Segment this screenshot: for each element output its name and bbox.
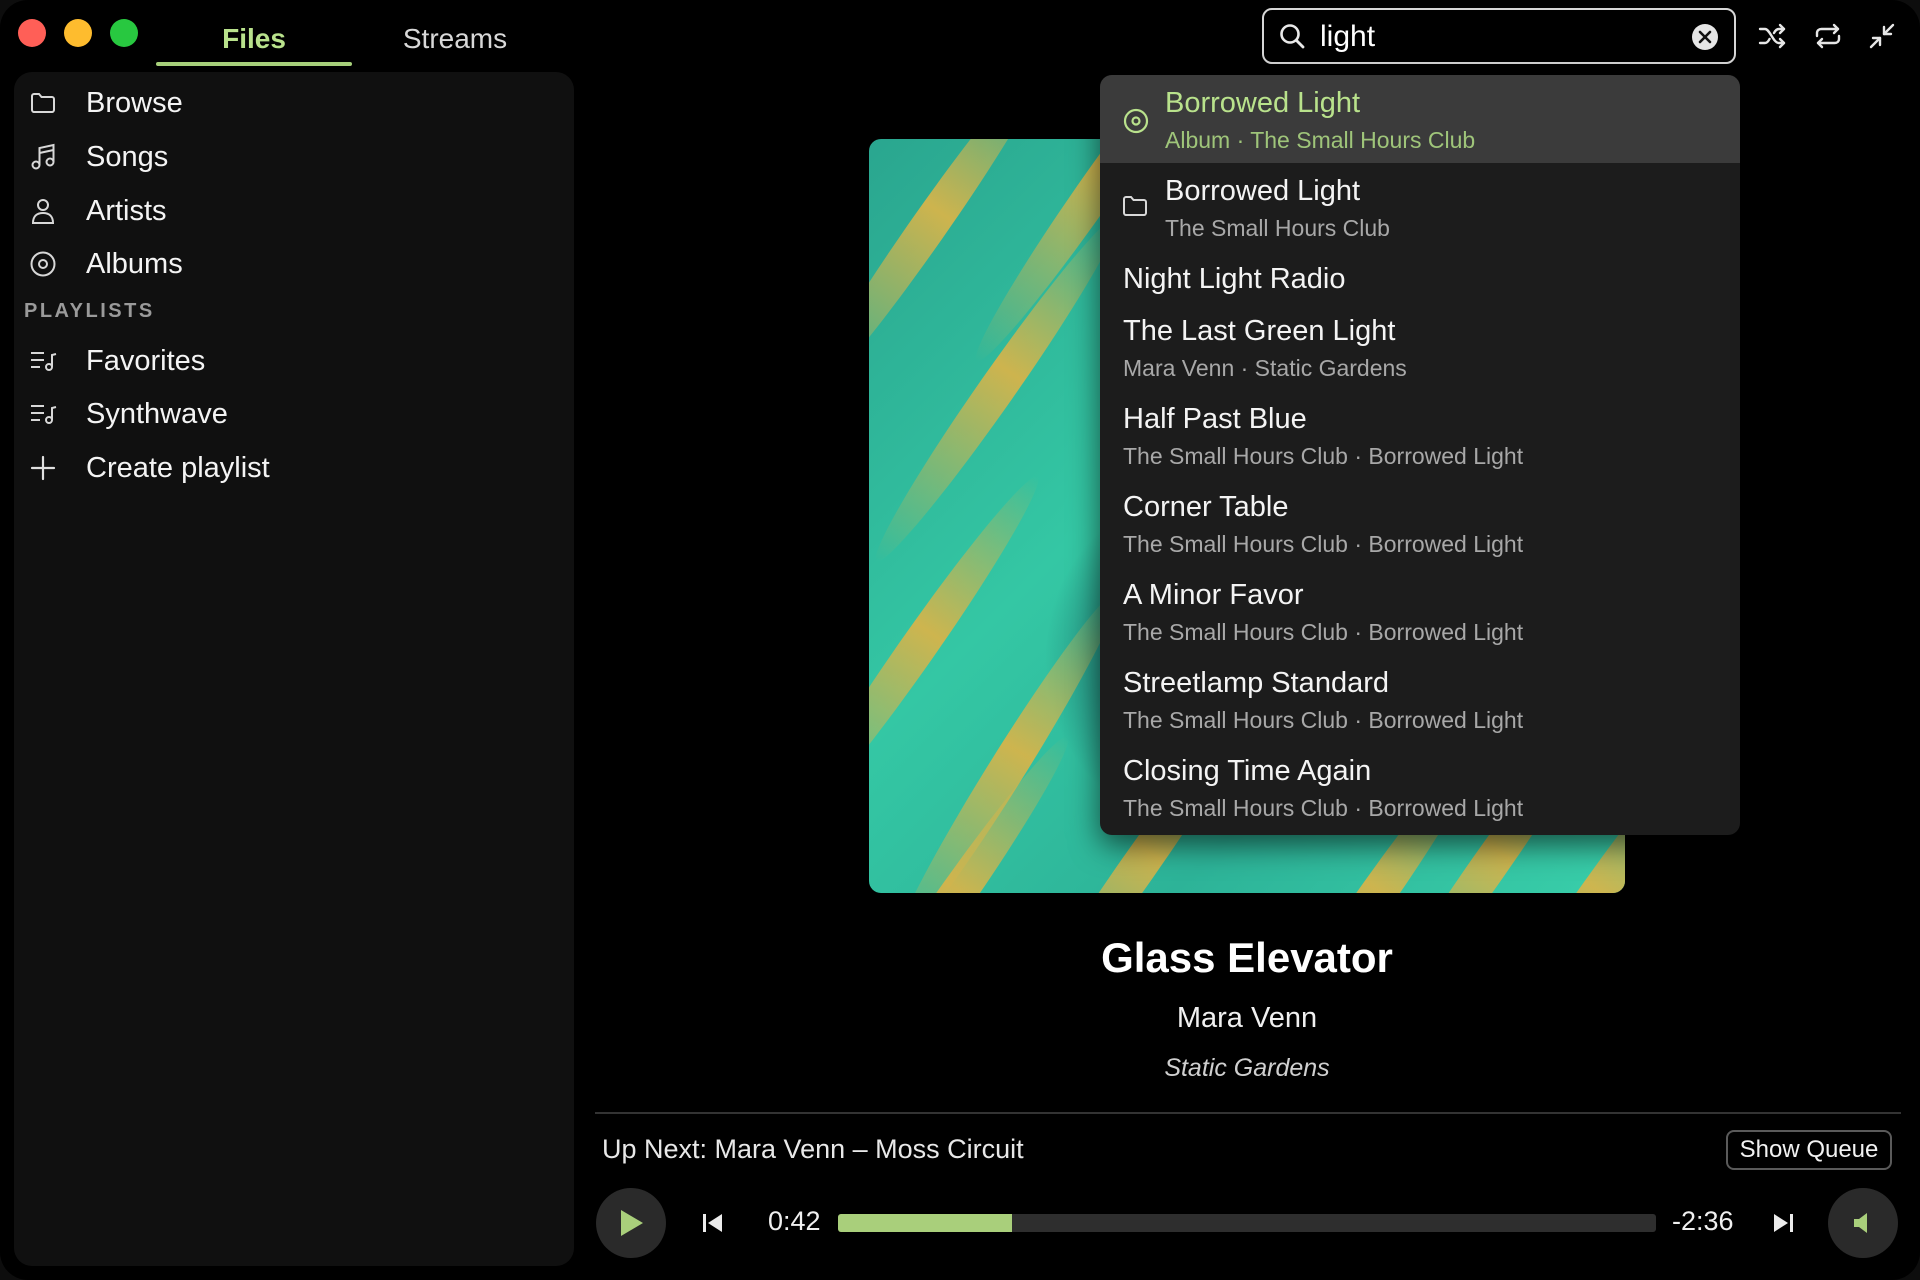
zoom-window-button[interactable]	[110, 19, 138, 47]
divider	[595, 1112, 1901, 1114]
collapse-icon[interactable]	[1866, 20, 1898, 52]
sidebar-item-label: Albums	[86, 247, 183, 280]
progress-fill	[838, 1214, 1012, 1232]
search-result-station[interactable]: Night Light Radio	[1100, 251, 1740, 307]
up-next-label: Up Next: Mara Venn – Moss Circuit	[602, 1134, 1024, 1164]
result-title: Streetlamp Standard	[1123, 667, 1389, 699]
search-input[interactable]	[1318, 16, 1652, 58]
sidebar-item-label: Songs	[86, 140, 169, 173]
app-window: Files Streams light Browse Songs Artists…	[0, 0, 1920, 1280]
progress-bar[interactable]	[838, 1214, 1656, 1232]
plus-icon	[28, 453, 58, 483]
sidebar-item-label: Favorites	[86, 344, 206, 377]
music-note-icon	[28, 142, 58, 172]
result-subtitle: The Small Hours Club	[1165, 215, 1390, 241]
search-result-song[interactable]: The Last Green Light Mara Venn · Static …	[1100, 307, 1740, 395]
create-playlist-button[interactable]: Create playlist	[28, 445, 270, 491]
elapsed-time: 0:42	[768, 1206, 821, 1236]
now-playing-artist: Mara Venn	[1176, 1002, 1318, 1034]
shuffle-icon[interactable]	[1756, 20, 1788, 52]
search-box	[1262, 8, 1736, 64]
next-track-icon[interactable]	[1766, 1206, 1800, 1240]
speaker-icon	[1854, 1213, 1867, 1233]
repeat-icon[interactable]	[1812, 20, 1844, 52]
result-title: Corner Table	[1123, 491, 1289, 523]
sidebar-item-songs[interactable]: Songs	[28, 134, 168, 180]
result-title: A Minor Favor	[1123, 579, 1304, 611]
sidebar-item-artists[interactable]: Artists	[28, 188, 167, 234]
result-title: Borrowed Light	[1165, 87, 1361, 119]
sidebar-item-label: Artists	[86, 194, 167, 227]
playlists-section-label: PLAYLISTS	[24, 300, 155, 322]
person-icon	[28, 196, 58, 226]
folder-icon	[28, 88, 58, 118]
search-result-song[interactable]: Corner Table The Small Hours Club · Borr…	[1100, 483, 1740, 571]
result-subtitle: Album · The Small Hours Club	[1165, 127, 1476, 153]
sidebar-item-synthwave[interactable]: Synthwave	[28, 391, 228, 437]
now-playing-album: Static Gardens	[1164, 1054, 1330, 1082]
disc-icon	[28, 249, 58, 279]
sidebar-item-favorites[interactable]: Favorites	[28, 338, 205, 384]
remaining-time: -2:36	[1672, 1206, 1734, 1236]
result-subtitle: The Small Hours Club · Borrowed Light	[1123, 795, 1524, 821]
now-playing-title: Glass Elevator	[1101, 934, 1393, 981]
result-title: Half Past Blue	[1123, 403, 1307, 435]
result-subtitle: The Small Hours Club · Borrowed Light	[1123, 531, 1524, 557]
sidebar-item-label: Synthwave	[86, 397, 228, 430]
clear-search-icon[interactable]	[1692, 24, 1718, 50]
search-result-song[interactable]: Closing Time Again The Small Hours Club …	[1100, 747, 1740, 835]
close-window-button[interactable]	[18, 19, 46, 47]
show-queue-button[interactable]: Show Queue	[1726, 1130, 1892, 1170]
search-result-song[interactable]: A Minor Favor The Small Hours Club · Bor…	[1100, 571, 1740, 659]
sidebar: Browse Songs Artists Albums PLAYLISTS Fa…	[14, 72, 574, 1266]
previous-track-icon[interactable]	[696, 1206, 730, 1240]
result-title: The Last Green Light	[1123, 315, 1396, 347]
volume-button[interactable]	[1828, 1188, 1898, 1258]
play-icon	[621, 1210, 643, 1236]
result-title: Borrowed Light	[1165, 175, 1361, 207]
search-result-song[interactable]: Streetlamp Standard The Small Hours Club…	[1100, 659, 1740, 747]
search-results-dropdown: Borrowed Light Album · The Small Hours C…	[1100, 75, 1740, 835]
result-subtitle: The Small Hours Club · Borrowed Light	[1123, 443, 1524, 469]
tab-files[interactable]: Files	[156, 14, 352, 66]
disc-icon	[1122, 107, 1152, 137]
sidebar-item-browse[interactable]: Browse	[28, 80, 183, 126]
tab-streams[interactable]: Streams	[380, 14, 530, 64]
search-result-album[interactable]: Borrowed Light Album · The Small Hours C…	[1100, 75, 1740, 163]
result-subtitle: Mara Venn · Static Gardens	[1123, 355, 1407, 381]
result-title: Night Light Radio	[1123, 263, 1346, 295]
create-playlist-label: Create playlist	[86, 451, 270, 484]
sidebar-item-albums[interactable]: Albums	[28, 241, 183, 287]
search-icon	[1278, 22, 1306, 55]
search-result-song[interactable]: Half Past Blue The Small Hours Club · Bo…	[1100, 395, 1740, 483]
playlist-icon	[28, 399, 58, 429]
sidebar-item-label: Browse	[86, 86, 183, 119]
folder-icon	[1122, 195, 1152, 225]
search-result-folder[interactable]: Borrowed Light The Small Hours Club	[1100, 163, 1740, 251]
playlist-icon	[28, 346, 58, 376]
result-subtitle: The Small Hours Club · Borrowed Light	[1123, 619, 1524, 645]
minimize-window-button[interactable]	[64, 19, 92, 47]
result-title: Closing Time Again	[1123, 755, 1372, 787]
result-subtitle: The Small Hours Club · Borrowed Light	[1123, 707, 1524, 733]
play-button[interactable]	[596, 1188, 666, 1258]
